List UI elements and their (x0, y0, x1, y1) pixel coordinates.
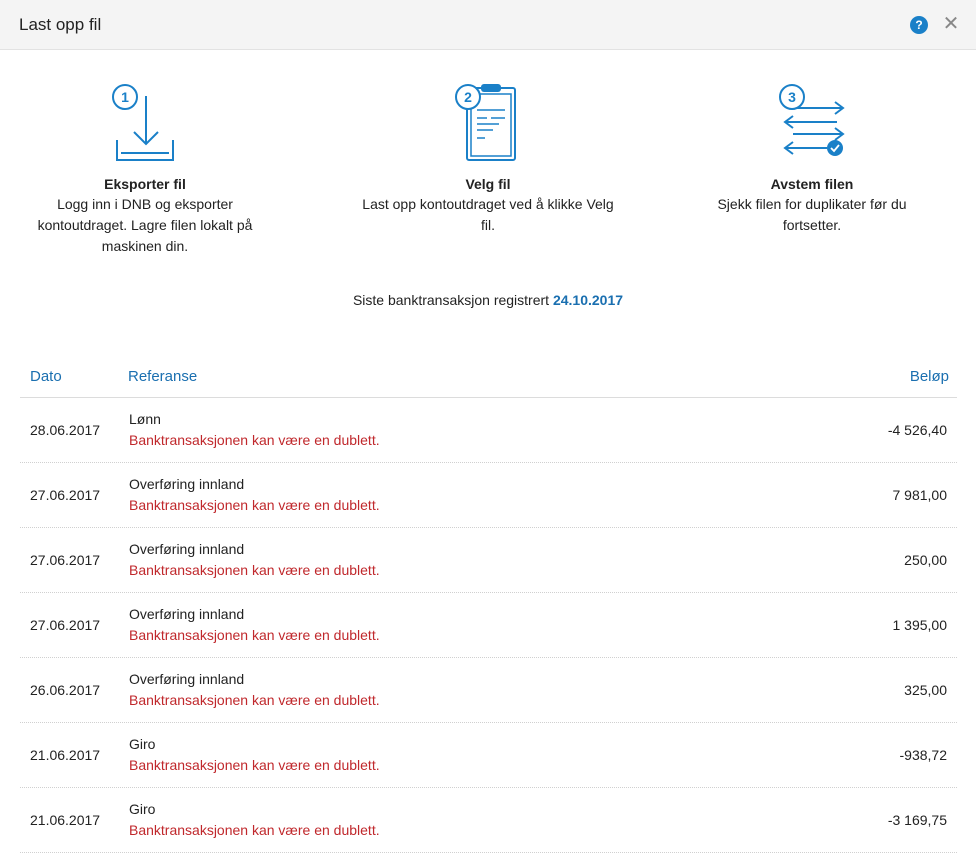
transactions-table: Dato Referanse Beløp 28.06.2017 Lønn Bankt… (20, 362, 957, 853)
step-title: Eksporter fil (104, 176, 186, 192)
table-row[interactable]: 21.06.2017 Giro Banktransaksjonen kan være… (20, 723, 957, 788)
row-amount: 325,00 (904, 682, 947, 698)
last-transaction-label: Siste banktransaksjon registrert (352, 292, 550, 308)
step-number: 3 (788, 89, 796, 105)
column-header-amount[interactable]: Beløp (910, 368, 949, 385)
row-duplicate-warning: Banktransaksjonen kan være en dublett. (129, 692, 380, 708)
row-reference: Overføring innland (129, 541, 245, 557)
row-duplicate-warning: Banktransaksjonen kan være en dublett. (129, 822, 380, 838)
row-duplicate-warning: Banktransaksjonen kan være en dublett. (129, 757, 380, 773)
row-date: 28.06.2017 (30, 422, 101, 438)
step-number: 2 (464, 89, 472, 105)
row-reference: Overføring innland (129, 476, 245, 492)
row-amount: -4 526,40 (887, 422, 947, 438)
row-date: 27.06.2017 (30, 552, 101, 568)
clipboard-icon: 2 (455, 84, 516, 161)
dialog-title: Last opp fil (19, 15, 102, 34)
step-export: 1 Eksporter fil Logg inn i DNB og ekspor… (15, 80, 275, 257)
row-date: 21.06.2017 (30, 812, 101, 828)
step-title: Velg fil (465, 176, 511, 192)
row-duplicate-warning: Banktransaksjonen kan være en dublett. (129, 562, 380, 578)
row-date: 27.06.2017 (30, 617, 101, 633)
row-amount: -3 169,75 (887, 812, 947, 828)
row-amount: -938,72 (899, 747, 947, 763)
transfer-arrows-icon: 3 (779, 84, 845, 156)
row-reference: Giro (129, 801, 156, 817)
step-description: Logg inn i DNB og eksporter kontoutdrage… (37, 196, 253, 254)
row-reference: Lønn (129, 411, 161, 427)
step-title: Avstem filen (770, 176, 854, 192)
help-icon[interactable]: ? (910, 16, 928, 34)
row-duplicate-warning: Banktransaksjonen kan være en dublett. (129, 627, 380, 643)
table-row[interactable]: 28.06.2017 Lønn Banktransaksjonen kan være… (20, 398, 957, 463)
table-row[interactable]: 21.06.2017 Giro Banktransaksjonen kan være… (20, 788, 957, 853)
row-amount: 1 395,00 (892, 617, 948, 633)
table-header: Dato Referanse Beløp (20, 362, 957, 398)
column-header-reference[interactable]: Referanse (128, 368, 197, 385)
table-row[interactable]: 26.06.2017 Overføring innland Banktransaks… (20, 658, 957, 723)
row-reference: Overføring innland (129, 671, 245, 687)
table-row[interactable]: 27.06.2017 Overføring innland Banktransaks… (20, 463, 957, 528)
step-description: Last opp kontoutdraget ved å klikke Velg… (362, 196, 614, 233)
table-row[interactable]: 27.06.2017 Overføring innland Banktransaks… (20, 528, 957, 593)
row-reference: Overføring innland (129, 606, 245, 622)
row-amount: 250,00 (904, 552, 947, 568)
download-icon: 1 (112, 84, 174, 161)
row-date: 21.06.2017 (30, 747, 101, 763)
dialog-header: Last opp fil ? ✕ (0, 0, 976, 50)
row-date: 27.06.2017 (30, 487, 101, 503)
close-icon[interactable]: ✕ (942, 14, 960, 34)
last-transaction-info: Siste banktransaksjon registrert 24.10.2… (0, 292, 976, 308)
row-reference: Giro (129, 736, 156, 752)
table-row[interactable]: 27.06.2017 Overføring innland Banktransaks… (20, 593, 957, 658)
row-date: 26.06.2017 (30, 682, 101, 698)
step-number: 1 (121, 89, 129, 105)
step-reconcile: 3 Avstem filen Sjekk filen for duplikate… (682, 80, 942, 236)
last-transaction-date: 24.10.2017 (552, 292, 624, 308)
step-description: Sjekk filen for duplikater før du fortse… (717, 196, 907, 233)
row-duplicate-warning: Banktransaksjonen kan være en dublett. (129, 432, 380, 448)
row-amount: 7 981,00 (892, 487, 948, 503)
row-duplicate-warning: Banktransaksjonen kan være en dublett. (129, 497, 380, 513)
column-header-date[interactable]: Dato (30, 368, 62, 385)
step-choose-file: 2 Velg fil Last opp kontoutdraget ved å … (358, 80, 618, 236)
